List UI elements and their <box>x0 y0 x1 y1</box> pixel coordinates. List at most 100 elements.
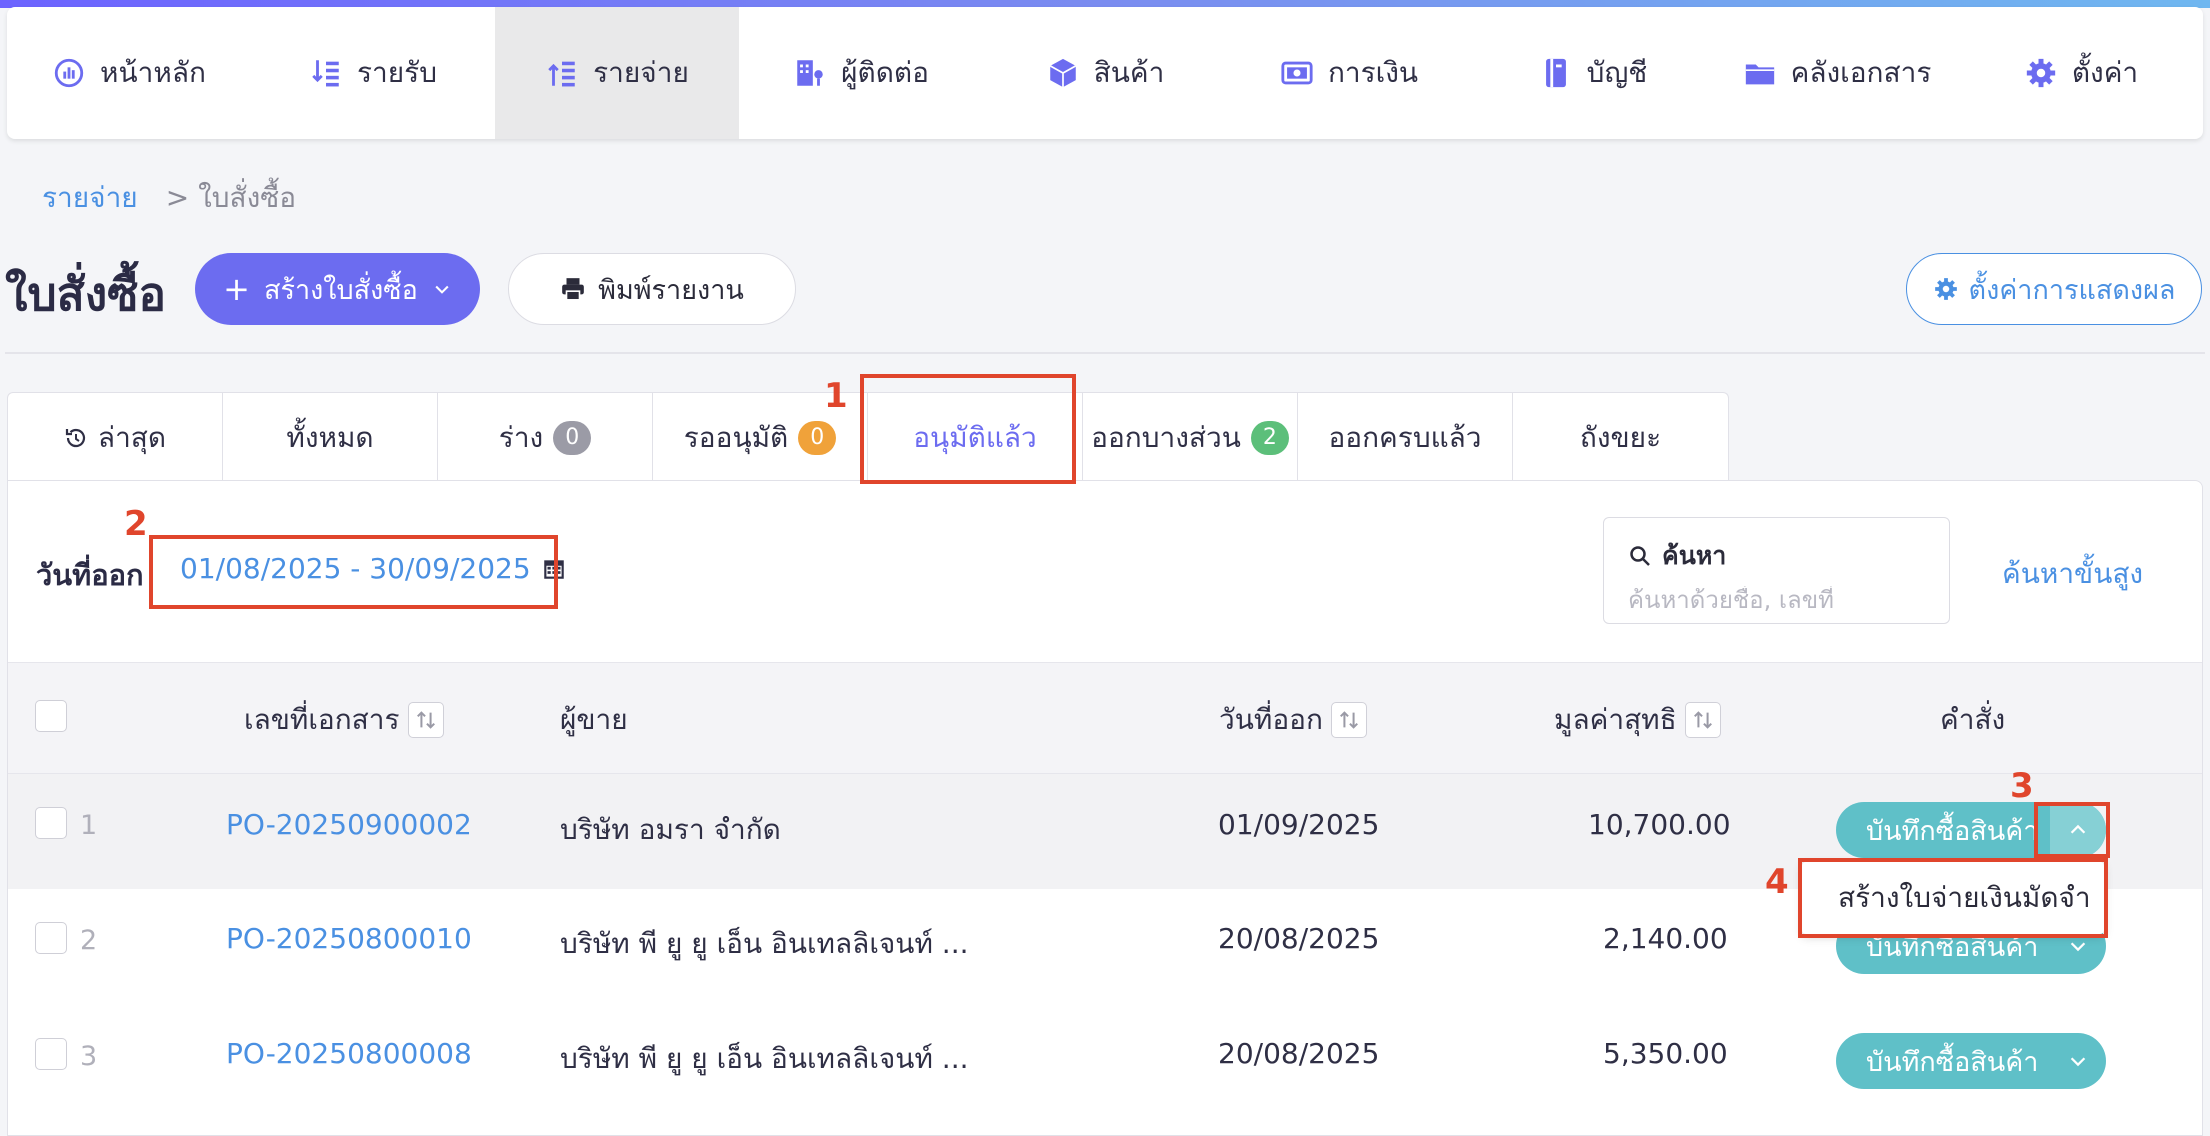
gear-icon <box>1934 278 1957 300</box>
gear-icon <box>2026 58 2056 88</box>
tab-fully-issued[interactable]: ออกครบแล้ว <box>1298 393 1513 482</box>
annotation-number: 1 <box>824 376 848 416</box>
row-number: 2 <box>80 925 98 956</box>
search-input[interactable] <box>1628 586 1928 614</box>
sort-icon[interactable] <box>407 702 444 738</box>
tab-partially-issued[interactable]: ออกบางส่วน 2 <box>1083 393 1298 482</box>
tab-all[interactable]: ทั้งหมด <box>223 393 438 482</box>
dashboard-icon <box>54 58 84 88</box>
create-purchase-order-button[interactable]: + สร้างใบสั่งซื้อ <box>195 253 480 325</box>
nav-item-settings[interactable]: ตั้งค่า <box>1959 7 2203 139</box>
nav-item-dashboard[interactable]: หน้าหลัก <box>7 7 251 139</box>
record-purchase-label[interactable]: บันทึกซื้อสินค้า <box>1836 1040 2050 1083</box>
history-icon <box>65 428 86 447</box>
annotation-number: 2 <box>124 504 148 544</box>
nav-item-expense[interactable]: รายจ่าย <box>495 7 739 139</box>
print-button-label: พิมพ์รายงาน <box>598 274 744 306</box>
chevron-down-icon <box>435 285 449 294</box>
tab-label: ถังขยะ <box>1579 420 1662 454</box>
issue-date: 20/08/2025 <box>1218 922 1380 955</box>
column-header-vendor: ผู้ขาย <box>560 703 628 736</box>
vendor-name: บริษัท พี ยู ยู เอ็น อินเทลลิเจนท์ ... <box>560 1042 969 1075</box>
nav-label: สินค้า <box>1093 56 1165 89</box>
tab-label: อนุมัติแล้ว <box>913 420 1037 454</box>
display-settings-label: ตั้งค่าการแสดงผล <box>1968 274 2176 306</box>
nav-label: ผู้ติดต่อ <box>841 56 929 89</box>
calendar-icon <box>543 559 564 579</box>
nav-item-contacts[interactable]: ผู้ติดต่อ <box>739 7 983 139</box>
nav-label: การเงิน <box>1327 56 1419 89</box>
issue-date: 20/08/2025 <box>1218 1037 1380 1070</box>
nav-item-products[interactable]: สินค้า <box>983 7 1227 139</box>
select-all-checkbox[interactable] <box>35 700 67 732</box>
tab-label: ล่าสุด <box>97 420 167 454</box>
row-checkbox[interactable] <box>35 807 67 839</box>
chevron-down-icon <box>2071 1057 2086 1067</box>
nav-item-finance[interactable]: การเงิน <box>1227 7 1471 139</box>
search-box: ค้นหา <box>1603 517 1950 624</box>
row-number: 1 <box>80 810 98 841</box>
chevron-up-icon <box>2071 824 2086 834</box>
breadcrumb-parent-link[interactable]: รายจ่าย <box>42 176 138 220</box>
create-button-label: สร้างใบสั่งซื้อ <box>263 274 418 306</box>
main-nav: หน้าหลัก รายรับ รายจ่าย ผู้ติดต่อ สินค้า… <box>7 7 2203 139</box>
date-range-value: 01/08/2025 - 30/09/2025 <box>180 552 531 585</box>
row-checkbox[interactable] <box>35 922 67 954</box>
tab-label: ออกครบแล้ว <box>1328 420 1482 454</box>
plus-icon: + <box>223 270 250 308</box>
sort-icon[interactable] <box>1330 702 1367 738</box>
ledger-icon <box>1545 58 1566 88</box>
record-purchase-button: บันทึกซื้อสินค้า <box>1836 802 2107 858</box>
dropdown-item-create-deposit-payment[interactable]: สร้างใบจ่ายเงินมัดจำ <box>1802 862 2104 934</box>
nav-label: คลังเอกสาร <box>1790 56 1932 89</box>
nav-item-documents[interactable]: คลังเอกสาร <box>1715 7 1959 139</box>
net-value: 5,350.00 <box>1603 1037 1728 1070</box>
date-range-picker[interactable]: 01/08/2025 - 30/09/2025 <box>180 552 567 585</box>
row-checkbox[interactable] <box>35 1038 67 1070</box>
display-settings-button[interactable]: ตั้งค่าการแสดงผล <box>1906 253 2202 325</box>
breadcrumb-current: > ใบสั่งซื้อ <box>165 181 297 214</box>
sort-icon[interactable] <box>1684 702 1721 738</box>
box-icon <box>1049 58 1076 88</box>
header-divider <box>5 352 2205 354</box>
row-number: 3 <box>80 1041 98 1072</box>
net-value: 10,700.00 <box>1588 808 1731 841</box>
tab-label: ทั้งหมด <box>286 420 374 454</box>
document-number-link[interactable]: PO-20250800008 <box>226 1037 472 1070</box>
column-header-issue-date[interactable]: วันที่ออก <box>1219 698 1367 742</box>
nav-label: รายจ่าย <box>593 56 689 89</box>
column-header-net-value[interactable]: มูลค่าสุทธิ <box>1554 698 1721 742</box>
document-number-link[interactable]: PO-20250800010 <box>226 922 472 955</box>
contacts-icon <box>797 60 823 86</box>
issue-date: 01/09/2025 <box>1218 808 1380 841</box>
chevron-down-icon <box>2071 942 2086 952</box>
tab-latest[interactable]: ล่าสุด <box>8 393 223 482</box>
tab-label: ร่าง <box>498 420 544 454</box>
breadcrumb: รายจ่าย > ใบสั่งซื้อ <box>42 176 296 220</box>
record-purchase-button: บันทึกซื้อสินค้า <box>1836 1033 2107 1089</box>
search-icon <box>1630 546 1650 566</box>
count-badge: 0 <box>553 420 592 455</box>
folder-icon <box>1745 64 1774 85</box>
record-purchase-label[interactable]: บันทึกซื้อสินค้า <box>1836 809 2050 852</box>
annotation-number: 3 <box>2010 766 2034 806</box>
vendor-name: บริษัท อมรา จำกัด <box>560 813 781 846</box>
tab-trash[interactable]: ถังขยะ <box>1513 393 1728 482</box>
count-badge: 0 <box>798 420 837 455</box>
tab-approved[interactable]: อนุมัติแล้ว <box>868 393 1083 482</box>
advanced-search-link[interactable]: ค้นหาขั้นสูง <box>2002 552 2143 596</box>
income-icon <box>312 60 339 87</box>
count-badge: 2 <box>1250 420 1289 455</box>
tab-draft[interactable]: ร่าง 0 <box>438 393 653 482</box>
nav-label: หน้าหลัก <box>100 56 206 89</box>
nav-label: รายรับ <box>357 56 437 89</box>
document-number-link[interactable]: PO-20250900002 <box>226 808 472 841</box>
print-report-button[interactable]: พิมพ์รายงาน <box>508 253 796 325</box>
column-header-doc-no[interactable]: เลขที่เอกสาร <box>244 698 444 742</box>
nav-item-income[interactable]: รายรับ <box>251 7 495 139</box>
annotation-number: 4 <box>1765 862 1789 902</box>
nav-label: ตั้งค่า <box>2071 56 2139 89</box>
action-menu-toggle[interactable] <box>2050 1033 2106 1089</box>
expense-icon <box>548 61 575 87</box>
nav-item-accounting[interactable]: บัญชี <box>1471 7 1715 139</box>
